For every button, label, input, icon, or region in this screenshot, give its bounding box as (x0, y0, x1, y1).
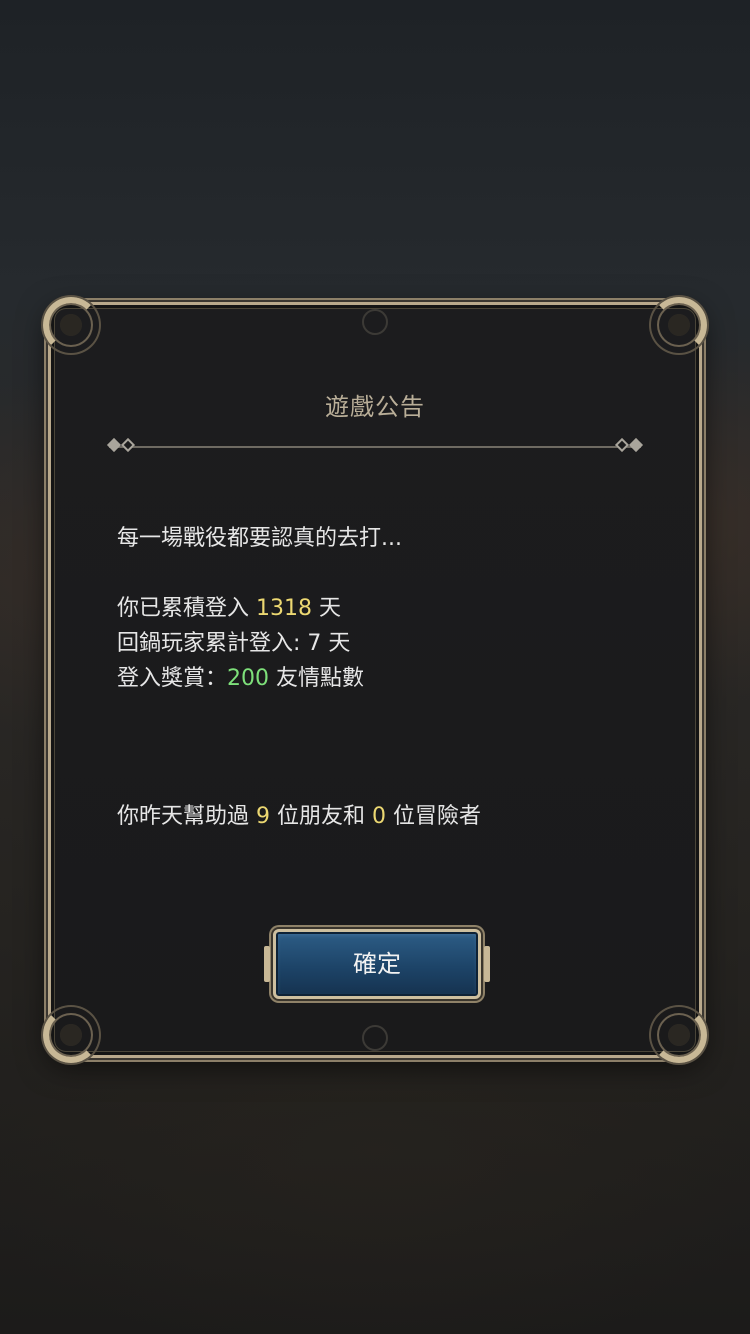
login-days-line: 你已累積登入 1318 天 (117, 591, 659, 626)
help-summary-line: 你昨天幫助過 9 位朋友和 0 位冒險者 (117, 799, 659, 834)
reward-prefix: 登入獎賞： (117, 666, 228, 691)
diamond-icon (628, 437, 644, 453)
reward-value: 200 (227, 666, 270, 691)
login-days-suffix: 天 (312, 596, 341, 621)
login-reward-line: 登入獎賞：200 友情點數 (117, 661, 659, 696)
diamond-icon (120, 437, 136, 453)
frame-corner-ornament (651, 1007, 707, 1063)
diamond-icon (106, 437, 122, 453)
reward-suffix: 友情點數 (269, 666, 365, 691)
friends-helped-value: 9 (256, 804, 270, 829)
help-suffix: 位冒險者 (386, 804, 481, 829)
return-player-line: 回鍋玩家累計登入: 7 天 (117, 631, 351, 656)
button-cap-ornament (264, 946, 270, 982)
announcement-dialog: 遊戲公告 每一場戰役都要認真的去打... 你已累積登入 1318 天 回鍋玩家累… (43, 297, 707, 1063)
login-days-prefix: 你已累積登入 (117, 596, 256, 621)
dialog-title: 遊戲公告 (325, 393, 425, 421)
announcement-message: 每一場戰役都要認真的去打... (117, 526, 402, 551)
login-days-value: 1318 (256, 596, 312, 621)
frame-top-ornament (362, 309, 388, 335)
help-prefix: 你昨天幫助過 (117, 804, 256, 829)
frame-corner-ornament (651, 297, 707, 353)
diamond-icon (614, 437, 630, 453)
help-middle: 位朋友和 (270, 804, 372, 829)
title-divider (106, 437, 644, 453)
game-screen: 遊戲公告 每一場戰役都要認真的去打... 你已累積登入 1318 天 回鍋玩家累… (0, 0, 750, 1334)
frame-corner-ornament (43, 1007, 99, 1063)
login-stats: 你已累積登入 1318 天 回鍋玩家累計登入: 7 天 登入獎賞：200 友情點… (117, 591, 659, 696)
button-cap-ornament (484, 946, 490, 982)
frame-corner-ornament (43, 297, 99, 353)
adventurers-helped-value: 0 (372, 804, 386, 829)
confirm-button[interactable]: 確定 (264, 929, 490, 999)
frame-bottom-ornament (362, 1025, 388, 1051)
confirm-button-label: 確定 (353, 950, 401, 978)
